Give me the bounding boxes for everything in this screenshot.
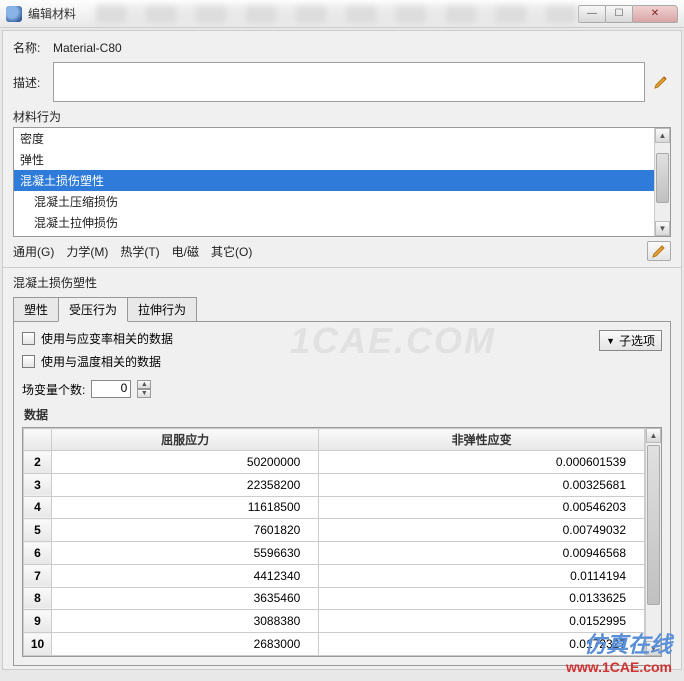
field-vars-label: 场变量个数: <box>22 381 85 398</box>
menu-thermal[interactable]: 热学(T) <box>120 243 159 260</box>
cell-yield-stress[interactable]: 7601820 <box>52 519 319 542</box>
cell-inelastic-strain[interactable]: 0.0152995 <box>319 610 645 633</box>
cell-inelastic-strain[interactable]: 0.0114194 <box>319 564 645 587</box>
behavior-item[interactable]: 混凝土拉伸损伤 <box>14 212 654 233</box>
cell-yield-stress[interactable]: 22358200 <box>52 473 319 496</box>
table-row[interactable]: 2502000000.000601539 <box>24 451 645 474</box>
behavior-item[interactable]: 密度 <box>14 128 654 149</box>
tab-tension[interactable]: 拉伸行为 <box>127 297 197 321</box>
table-row[interactable]: 655966300.00946568 <box>24 542 645 565</box>
col-inelastic-strain: 非弹性应变 <box>319 429 645 451</box>
field-vars-up[interactable]: ▲ <box>137 380 151 389</box>
menu-general[interactable]: 通用(G) <box>13 243 54 260</box>
temperature-label: 使用与温度相关的数据 <box>41 353 161 370</box>
col-yield-stress: 屈服应力 <box>52 429 319 451</box>
data-table-container: 屈服应力 非弹性应变 2502000000.000601539322358200… <box>22 427 662 657</box>
cell-yield-stress[interactable]: 5596630 <box>52 542 319 565</box>
data-section-label: 数据 <box>24 406 660 423</box>
sub-options-dropdown[interactable]: ▼ 子选项 <box>599 330 662 351</box>
row-number: 3 <box>24 473 52 496</box>
cell-inelastic-strain[interactable]: 0.00946568 <box>319 542 645 565</box>
tab-body: 使用与应变率相关的数据 使用与温度相关的数据 ▼ 子选项 场变量个数: 0 ▲ … <box>13 322 671 666</box>
description-label: 描述: <box>13 74 53 91</box>
behavior-scrollbar[interactable]: ▲ ▼ <box>654 128 670 236</box>
maximize-button[interactable]: ☐ <box>605 5 633 23</box>
tab-compression[interactable]: 受压行为 <box>58 297 128 322</box>
name-label: 名称: <box>13 39 53 56</box>
pencil-icon <box>653 74 669 90</box>
scroll-down-button[interactable]: ▼ <box>655 221 670 236</box>
cell-inelastic-strain[interactable]: 0.00325681 <box>319 473 645 496</box>
cell-yield-stress[interactable]: 11618500 <box>52 496 319 519</box>
close-button[interactable]: ✕ <box>632 5 678 23</box>
edit-behavior-button[interactable] <box>647 241 671 261</box>
row-number: 9 <box>24 610 52 633</box>
behavior-item[interactable]: 弹性 <box>14 149 654 170</box>
behavior-section-label: 材料行为 <box>13 108 671 125</box>
cell-yield-stress[interactable]: 50200000 <box>52 451 319 474</box>
row-number: 7 <box>24 564 52 587</box>
row-number: 4 <box>24 496 52 519</box>
cell-inelastic-strain[interactable]: 0.00546203 <box>319 496 645 519</box>
dialog-content: 名称: Material-C80 描述: 材料行为 密度弹性混凝土损伤塑性混凝土… <box>2 30 682 670</box>
pencil-icon <box>651 243 667 259</box>
minimize-button[interactable]: — <box>578 5 606 23</box>
strain-rate-checkbox[interactable] <box>22 332 35 345</box>
cell-inelastic-strain[interactable]: 0.0133625 <box>319 587 645 610</box>
strain-rate-label: 使用与应变率相关的数据 <box>41 330 173 347</box>
table-row[interactable]: 4116185000.00546203 <box>24 496 645 519</box>
panel-title: 混凝土损伤塑性 <box>13 274 671 291</box>
table-row[interactable]: 576018200.00749032 <box>24 519 645 542</box>
cell-yield-stress[interactable]: 3635460 <box>52 587 319 610</box>
row-number: 5 <box>24 519 52 542</box>
behavior-item[interactable]: 混凝土压缩损伤 <box>14 191 654 212</box>
cell-inelastic-strain[interactable]: 0.0172327 <box>319 633 645 656</box>
table-row[interactable]: 3223582000.00325681 <box>24 473 645 496</box>
cell-yield-stress[interactable]: 4412340 <box>52 564 319 587</box>
cell-inelastic-strain[interactable]: 0.00749032 <box>319 519 645 542</box>
temperature-checkbox[interactable] <box>22 355 35 368</box>
scroll-thumb[interactable] <box>656 153 669 203</box>
cell-inelastic-strain[interactable]: 0.000601539 <box>319 451 645 474</box>
titlebar-blur <box>96 5 579 23</box>
menu-em[interactable]: 电/磁 <box>172 243 199 260</box>
table-row[interactable]: 930883800.0152995 <box>24 610 645 633</box>
row-header-blank <box>24 429 52 451</box>
data-table[interactable]: 屈服应力 非弹性应变 2502000000.000601539322358200… <box>23 428 645 656</box>
chevron-down-icon: ▼ <box>606 336 615 346</box>
behavior-item[interactable]: 混凝土损伤塑性 <box>14 170 654 191</box>
behavior-list: 密度弹性混凝土损伤塑性混凝土压缩损伤混凝土拉伸损伤 ▲ ▼ <box>13 127 671 237</box>
row-number: 2 <box>24 451 52 474</box>
field-vars-down[interactable]: ▼ <box>137 389 151 398</box>
separator <box>3 267 681 268</box>
description-input[interactable] <box>53 62 645 102</box>
table-row[interactable]: 836354600.0133625 <box>24 587 645 610</box>
table-row[interactable]: 1026830000.0172327 <box>24 633 645 656</box>
table-scroll-down[interactable]: ▼ <box>646 641 661 656</box>
menu-other[interactable]: 其它(O) <box>211 243 252 260</box>
titlebar: 编辑材料 — ☐ ✕ <box>0 0 684 28</box>
row-number: 6 <box>24 542 52 565</box>
table-scroll-thumb[interactable] <box>647 445 660 605</box>
menu-mechanics[interactable]: 力学(M) <box>66 243 108 260</box>
tab-plasticity[interactable]: 塑性 <box>13 297 59 321</box>
scroll-up-button[interactable]: ▲ <box>655 128 670 143</box>
table-row[interactable]: 744123400.0114194 <box>24 564 645 587</box>
behavior-menu-bar: 通用(G) 力学(M) 热学(T) 电/磁 其它(O) <box>13 241 671 261</box>
window-title: 编辑材料 <box>28 5 76 22</box>
cell-yield-stress[interactable]: 2683000 <box>52 633 319 656</box>
table-scroll-up[interactable]: ▲ <box>646 428 661 443</box>
edit-description-button[interactable] <box>651 72 671 92</box>
app-icon <box>6 6 22 22</box>
tab-bar: 塑性 受压行为 拉伸行为 <box>13 297 671 322</box>
table-scrollbar[interactable]: ▲ ▼ <box>645 428 661 656</box>
name-value: Material-C80 <box>53 41 122 55</box>
row-number: 8 <box>24 587 52 610</box>
cell-yield-stress[interactable]: 3088380 <box>52 610 319 633</box>
field-vars-input[interactable]: 0 <box>91 380 131 398</box>
row-number: 10 <box>24 633 52 656</box>
